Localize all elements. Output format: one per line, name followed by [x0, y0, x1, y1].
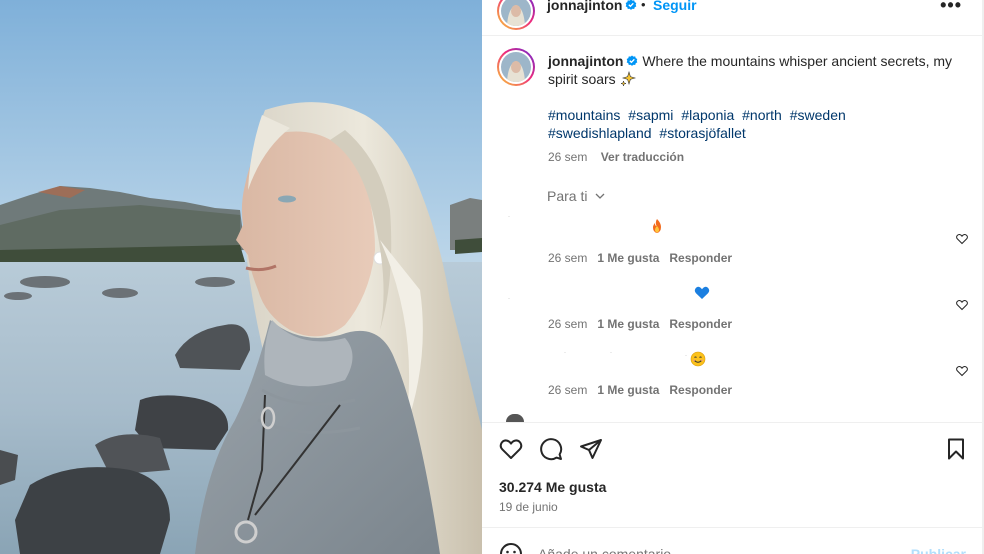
reply-button[interactable]: Responder — [669, 251, 732, 265]
hashtag-list: #mountains #sapmi #laponia #north #swede… — [548, 106, 958, 142]
verified-badge-icon — [626, 0, 637, 10]
author-avatar[interactable] — [497, 0, 535, 30]
comment-input[interactable] — [538, 546, 838, 554]
comment-likes[interactable]: 1 Me gusta — [597, 383, 659, 397]
comment-meta: 26 sem 1 Me gusta Responder — [548, 317, 742, 331]
post-header: jonnajinton • Seguir ••• — [482, 0, 982, 36]
post-photo[interactable] — [0, 0, 482, 554]
comment-meta: 26 sem 1 Me gusta Responder — [548, 251, 742, 265]
hashtag-link[interactable]: #swedishlapland — [548, 125, 652, 141]
caption-username[interactable]: jonnajinton — [548, 53, 623, 69]
comment-author-placeholder: · — [685, 353, 687, 359]
save-bookmark-icon[interactable] — [944, 437, 968, 461]
post-actions-bar: 30.274 Me gusta 19 de junio Publicar — [482, 422, 982, 554]
reply-button[interactable]: Responder — [669, 383, 732, 397]
hashtag-link[interactable]: #laponia — [681, 107, 734, 123]
author-username[interactable]: jonnajinton — [547, 0, 637, 13]
chevron-down-icon — [595, 193, 605, 199]
post-caption: jonnajinton Where the mountains whisper … — [548, 52, 958, 142]
comment-age: 26 sem — [548, 251, 588, 265]
more-options-icon[interactable]: ••• — [940, 0, 962, 16]
blue-heart-icon — [694, 286, 710, 299]
caption-author-avatar[interactable] — [497, 48, 535, 86]
post-date[interactable]: 19 de junio — [499, 500, 558, 514]
comment-age: 26 sem — [548, 383, 588, 397]
comment-author-placeholder: · — [508, 214, 510, 220]
comment-item: · 26 sem 1 Me gusta Responder — [482, 286, 982, 348]
post-details-panel: jonnajinton • Seguir ••• jonnajinton Whe… — [482, 0, 982, 554]
comment-item: · · · 26 sem 1 Me gusta Responder — [482, 350, 982, 414]
comment-author-placeholder: · — [564, 350, 566, 356]
hashtag-link[interactable]: #storasjöfallet — [659, 125, 745, 141]
add-comment-bar: Publicar — [482, 527, 982, 554]
comment-author-placeholder: · — [508, 296, 510, 302]
caption-meta: 26 sem Ver traducción — [548, 150, 684, 164]
like-comment-heart-icon[interactable] — [956, 233, 968, 245]
comment-likes[interactable]: 1 Me gusta — [597, 317, 659, 331]
comment-author-placeholder: · — [610, 350, 612, 356]
partial-comment-avatar — [506, 414, 524, 422]
hashtag-link[interactable]: #sweden — [790, 107, 846, 123]
comment-item: · 26 sem 1 Me gusta Responder — [482, 214, 982, 282]
hashtag-link[interactable]: #sapmi — [628, 107, 673, 123]
reply-button[interactable]: Responder — [669, 317, 732, 331]
translate-button[interactable]: Ver traducción — [601, 150, 684, 164]
publish-button[interactable]: Publicar — [911, 546, 966, 554]
sort-label[interactable]: Para ti — [547, 188, 587, 204]
comment-meta: 26 sem 1 Me gusta Responder — [548, 383, 742, 397]
share-paper-plane-icon[interactable] — [579, 437, 603, 461]
comment-sort-dropdown[interactable]: Para ti — [547, 188, 605, 204]
caption-age: 26 sem — [548, 150, 588, 164]
like-heart-icon[interactable] — [499, 437, 523, 461]
like-comment-heart-icon[interactable] — [956, 299, 968, 311]
likes-count[interactable]: 30.274 Me gusta — [499, 479, 606, 495]
comment-bubble-icon[interactable] — [539, 437, 563, 461]
verified-badge-icon — [627, 55, 638, 66]
smiling-face-icon — [690, 351, 706, 367]
sparkles-icon — [619, 70, 636, 87]
emoji-picker-icon[interactable] — [499, 542, 523, 554]
author-username-text[interactable]: jonnajinton — [547, 0, 622, 13]
post-image — [0, 0, 482, 554]
follow-button[interactable]: Seguir — [653, 0, 697, 13]
like-comment-heart-icon[interactable] — [956, 365, 968, 377]
fire-icon — [653, 219, 661, 233]
hashtag-link[interactable]: #mountains — [548, 107, 620, 123]
comment-likes[interactable]: 1 Me gusta — [597, 251, 659, 265]
comment-age: 26 sem — [548, 317, 588, 331]
hashtag-link[interactable]: #north — [742, 107, 782, 123]
header-separator: • — [641, 0, 646, 12]
